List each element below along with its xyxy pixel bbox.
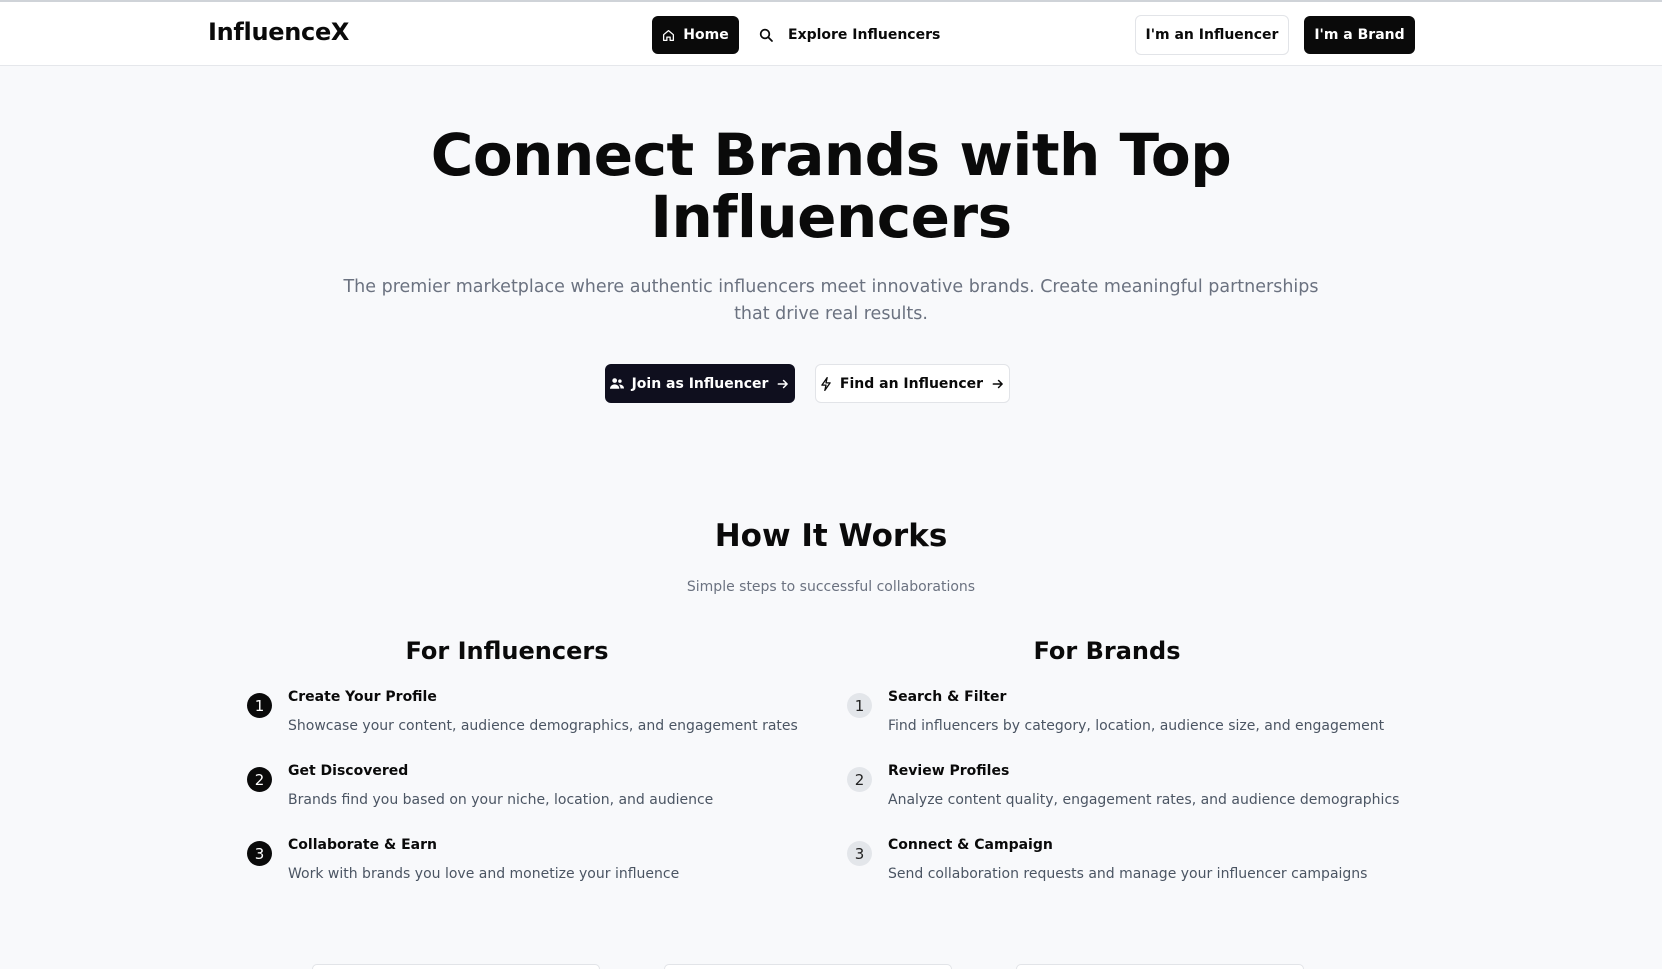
step-description: Analyze content quality, engagement rate… [888,792,1400,808]
step-number-badge: 2 [847,767,872,792]
how-it-works-title: How It Works [714,518,948,554]
feature-card [312,964,600,969]
nav-home-label: Home [683,27,729,43]
search-icon [758,27,774,43]
join-as-influencer-button[interactable]: Join as Influencer [605,364,795,403]
find-an-influencer-button[interactable]: Find an Influencer [815,364,1010,403]
how-it-works-subtitle: Simple steps to successful collaboration… [686,579,976,595]
feature-card [664,964,952,969]
logo[interactable]: InfluenceX [208,18,349,46]
step-number-badge: 1 [847,693,872,718]
step-description: Send collaboration requests and manage y… [888,866,1368,882]
step-number-badge: 3 [247,841,272,866]
zap-icon [820,376,832,391]
arrow-right-icon [776,377,790,391]
hero-subtitle: The premier marketplace where authentic … [343,277,1319,324]
join-as-influencer-label: Join as Influencer [631,375,769,392]
top-navbar: InfluenceX Home Explore Influencers I'm … [0,2,1662,66]
feature-card [1016,964,1304,969]
arrow-right-icon [991,377,1005,391]
nav-home-button[interactable]: Home [652,16,739,54]
step-description: Showcase your content, audience demograp… [288,718,798,734]
step-title: Review Profiles [888,763,1010,779]
home-icon [662,29,675,42]
for-influencers-title: For Influencers [405,637,609,665]
im-brand-button[interactable]: I'm a Brand [1304,16,1415,54]
im-influencer-button[interactable]: I'm an Influencer [1135,15,1289,55]
step-number-badge: 2 [247,767,272,792]
step-title: Connect & Campaign [888,837,1053,853]
step-number-badge: 3 [847,841,872,866]
users-icon [609,377,624,390]
nav-explore-label: Explore Influencers [788,27,941,43]
nav-explore-button[interactable]: Explore Influencers [758,16,940,54]
hero-title: Connect Brands with Top Influencers [430,121,1232,251]
step-title: Search & Filter [888,689,1007,705]
step-description: Work with brands you love and monetize y… [288,866,680,882]
step-description: Find influencers by category, location, … [888,718,1385,734]
step-description: Brands find you based on your niche, loc… [288,792,714,808]
step-title: Create Your Profile [288,689,437,705]
find-an-influencer-label: Find an Influencer [839,375,984,392]
step-title: Collaborate & Earn [288,837,437,853]
step-title: Get Discovered [288,763,409,779]
for-brands-title: For Brands [1033,637,1181,665]
step-number-badge: 1 [247,693,272,718]
